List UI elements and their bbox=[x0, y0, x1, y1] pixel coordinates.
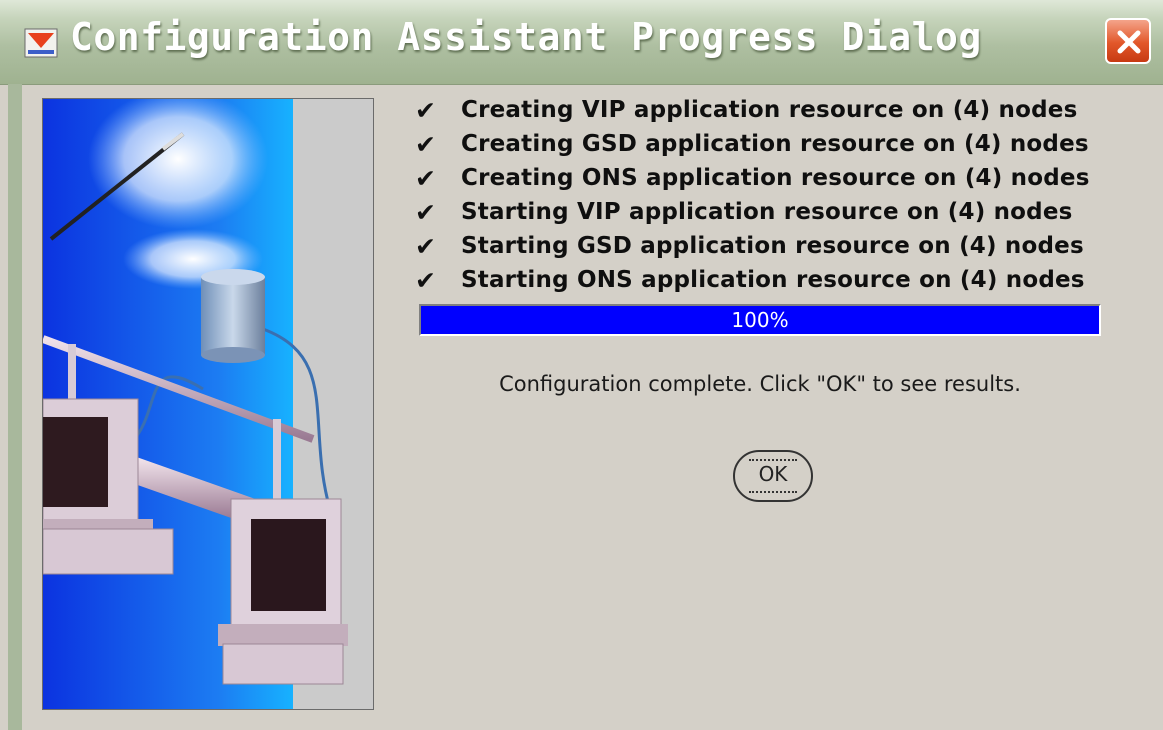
progress-bar: 100% bbox=[419, 304, 1101, 336]
checklist-item-label: Creating GSD application resource on (4)… bbox=[461, 131, 1089, 157]
title-bar[interactable]: Configuration Assistant Progress Dialog bbox=[0, 0, 1163, 85]
progress-label: 100% bbox=[731, 308, 789, 332]
window-title: Configuration Assistant Progress Dialog bbox=[70, 15, 982, 59]
checklist-item-label: Creating VIP application resource on (4)… bbox=[461, 97, 1078, 123]
check-icon: ✔ bbox=[415, 232, 436, 261]
network-illustration bbox=[42, 98, 374, 710]
check-icon: ✔ bbox=[415, 164, 436, 193]
checklist-item-label: Starting ONS application resource on (4)… bbox=[461, 267, 1085, 293]
check-icon: ✔ bbox=[415, 198, 436, 227]
task-checklist: ✔ Creating VIP application resource on (… bbox=[415, 95, 1115, 299]
status-message: Configuration complete. Click "OK" to se… bbox=[499, 372, 1021, 396]
check-icon: ✔ bbox=[415, 96, 436, 125]
checklist-item: ✔ Starting VIP application resource on (… bbox=[415, 197, 1115, 231]
ok-button[interactable]: OK bbox=[733, 450, 813, 502]
checklist-item-label: Starting GSD application resource on (4)… bbox=[461, 233, 1084, 259]
checklist-item: ✔ Starting GSD application resource on (… bbox=[415, 231, 1115, 265]
checklist-item: ✔ Starting ONS application resource on (… bbox=[415, 265, 1115, 299]
checklist-item-label: Creating ONS application resource on (4)… bbox=[461, 165, 1090, 191]
close-button[interactable] bbox=[1105, 18, 1151, 64]
oracle-red-icon bbox=[24, 28, 58, 58]
checklist-item: ✔ Creating VIP application resource on (… bbox=[415, 95, 1115, 129]
ok-button-label: OK bbox=[758, 462, 788, 486]
check-icon: ✔ bbox=[415, 266, 436, 295]
checklist-item: ✔ Creating GSD application resource on (… bbox=[415, 129, 1115, 163]
close-icon bbox=[1117, 30, 1141, 54]
progress-dialog-window: Configuration Assistant Progress Dialog bbox=[0, 0, 1163, 730]
check-icon: ✔ bbox=[415, 130, 436, 159]
checklist-item-label: Starting VIP application resource on (4)… bbox=[461, 199, 1073, 225]
window-frame-left bbox=[8, 84, 22, 730]
checklist-item: ✔ Creating ONS application resource on (… bbox=[415, 163, 1115, 197]
